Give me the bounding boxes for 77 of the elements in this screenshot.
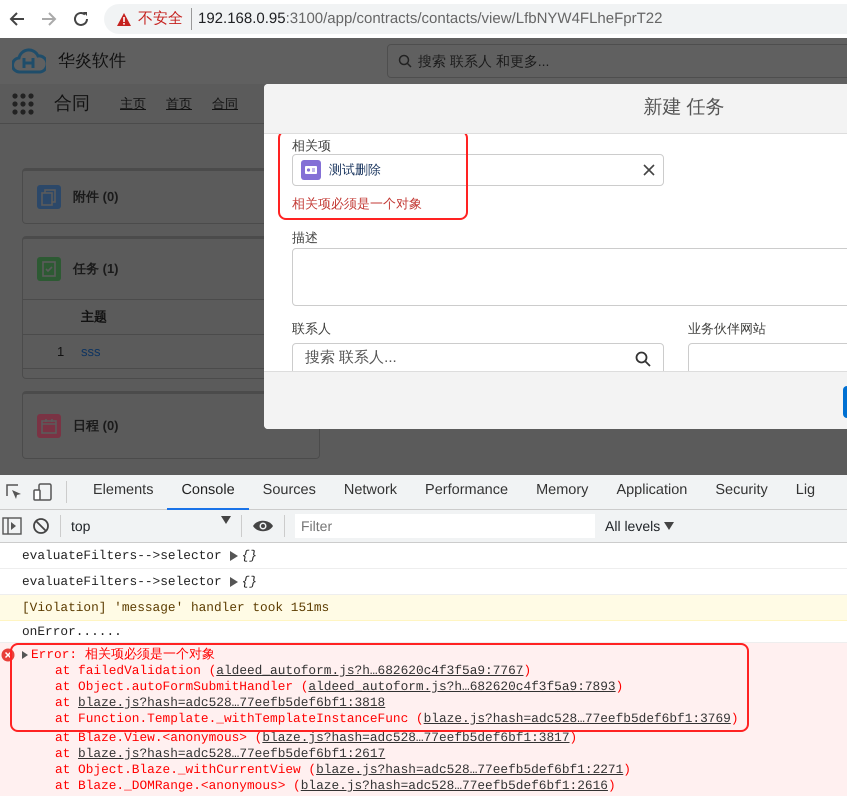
calendar-icon bbox=[37, 414, 61, 438]
stack-frame: at Object.autoFormSubmitHandler (aldeed_autoform.js?h…682620c4f3f5a9:7893) bbox=[22, 679, 738, 695]
field-label: 联系人 bbox=[292, 320, 332, 336]
expand-triangle-icon[interactable] bbox=[230, 576, 238, 587]
close-icon[interactable] bbox=[643, 164, 655, 176]
field-label: 描述 bbox=[292, 230, 319, 246]
reload-icon[interactable] bbox=[72, 10, 90, 28]
related-item-field[interactable]: 测试删除 bbox=[292, 154, 664, 186]
console-message: evaluateFilters-->selector bbox=[22, 574, 222, 589]
clear-console-icon[interactable] bbox=[32, 517, 50, 535]
context-value: top bbox=[71, 516, 90, 536]
devtools-tab[interactable]: Application bbox=[602, 474, 702, 510]
source-link[interactable]: blaze.js?hash=adc528…77eefb5def6bf1:3818 bbox=[78, 695, 386, 710]
field-placeholder: 搜索 联系人... bbox=[305, 348, 397, 368]
devtools-tab[interactable]: Lig bbox=[782, 474, 830, 510]
devtools-tab[interactable]: Memory bbox=[522, 474, 602, 510]
source-link[interactable]: aldeed_autoform.js?h…682620c4f3f5a9:7893 bbox=[308, 679, 616, 694]
related-item-value: 测试删除 bbox=[329, 161, 381, 180]
card-title: 任务 (1) bbox=[73, 260, 118, 278]
filter-input[interactable]: Filter bbox=[295, 514, 595, 538]
contact-card-icon bbox=[301, 160, 321, 180]
stack-frame: at Blaze.View.<anonymous> (blaze.js?hash=adc528…77eefb5def6bf1:3817) bbox=[22, 730, 847, 746]
field-label: 相关项 bbox=[292, 138, 332, 154]
devtools-tab[interactable]: Security bbox=[701, 474, 782, 510]
dropdown-caret-icon bbox=[664, 522, 674, 530]
card-title: 日程 (0) bbox=[73, 417, 118, 436]
column-header: 主题 bbox=[81, 308, 107, 326]
stack-frame: at Function.Template._withTemplateInstanceFunc (blaze.js?hash=adc528…77eefb5def6bf1:3769) bbox=[22, 711, 738, 727]
field-label: 业务伙伴网站 bbox=[688, 320, 767, 336]
stack-frame: at Object.Blaze._withCurrentView (blaze.js?hash=adc528…77eefb5def6bf1:2271) bbox=[22, 762, 847, 778]
sidebar-toggle-icon[interactable] bbox=[2, 517, 22, 535]
source-link[interactable]: blaze.js?hash=adc528…77eefb5def6bf1:3769 bbox=[424, 711, 731, 726]
device-toolbar-icon[interactable] bbox=[32, 482, 54, 502]
row-number: 1 bbox=[57, 342, 66, 360]
modal-title: 新建 任务 bbox=[264, 84, 847, 134]
source-link[interactable]: blaze.js?hash=adc528…77eefb5def6bf1:2271 bbox=[316, 762, 624, 777]
error-icon bbox=[1, 648, 15, 662]
devtools-tab[interactable]: Sources bbox=[248, 474, 330, 510]
url-text: 192.168.0.95:3100/app/contracts/contacts/view/LfbNYW4FLheFprT22 bbox=[198, 8, 662, 29]
back-icon[interactable] bbox=[8, 10, 26, 28]
levels-value: All levels bbox=[605, 516, 660, 536]
module-title: 合同 bbox=[54, 92, 90, 115]
source-link[interactable]: blaze.js?hash=adc528…77eefb5def6bf1:2617 bbox=[78, 746, 386, 761]
eye-icon[interactable] bbox=[252, 519, 274, 533]
source-link[interactable]: blaze.js?hash=adc528…77eefb5def6bf1:3817 bbox=[262, 730, 570, 745]
search-placeholder: 搜索 联系人 和更多... bbox=[418, 52, 550, 70]
object-preview[interactable]: {} bbox=[242, 574, 258, 589]
search-icon bbox=[398, 54, 412, 68]
security-label: 不安全 bbox=[138, 8, 192, 30]
console-message: evaluateFilters-->selector bbox=[22, 548, 222, 563]
files-icon bbox=[37, 185, 61, 209]
source-link[interactable]: blaze.js?hash=adc528…77eefb5def6bf1:2616 bbox=[300, 778, 608, 793]
console-message: [Violation] 'message' handler took 151ms bbox=[22, 600, 330, 615]
context-select[interactable]: top bbox=[71, 516, 231, 536]
expand-triangle-icon[interactable] bbox=[22, 650, 28, 659]
dropdown-caret-icon bbox=[221, 516, 231, 524]
source-link[interactable]: aldeed_autoform.js?h…682620c4f3f5a9:7767 bbox=[216, 663, 524, 678]
brand-name: 华炎软件 bbox=[58, 50, 126, 72]
devtools-tab[interactable]: Network bbox=[330, 474, 412, 510]
address-bar[interactable]: 不安全 192.168.0.95:3100/app/contracts/contacts/view/LfbNYW4FLheFprT22 bbox=[104, 4, 847, 34]
warning-icon bbox=[116, 12, 132, 26]
stack-frame: at blaze.js?hash=adc528…77eefb5def6bf1:2617 bbox=[22, 746, 847, 762]
devtools-tab[interactable]: Elements bbox=[79, 474, 168, 510]
console-message: onError...... bbox=[22, 624, 122, 639]
card-title: 附件 (0) bbox=[73, 188, 118, 206]
checklist-icon bbox=[37, 257, 61, 281]
object-preview[interactable]: {} bbox=[242, 548, 258, 563]
expand-triangle-icon[interactable] bbox=[230, 550, 238, 561]
error-message: Error: 相关项必须是一个对象 bbox=[31, 647, 215, 662]
levels-dropdown[interactable]: All levels bbox=[605, 516, 674, 536]
stack-frame: at blaze.js?hash=adc528…77eefb5def6bf1:3818 bbox=[22, 695, 738, 711]
stack-frame: at failedValidation (aldeed_autoform.js?h…682620c4f3f5a9:7767) bbox=[22, 663, 738, 679]
error-message: 相关项必须是一个对象 bbox=[292, 195, 423, 213]
stack-frame: at Blaze._DOMRange.<anonymous> (blaze.js?hash=adc528…77eefb5def6bf1:2616) bbox=[22, 778, 847, 794]
search-icon bbox=[635, 350, 651, 366]
devtools-tab[interactable]: Performance bbox=[411, 474, 522, 510]
cloud-logo-icon bbox=[12, 46, 46, 76]
